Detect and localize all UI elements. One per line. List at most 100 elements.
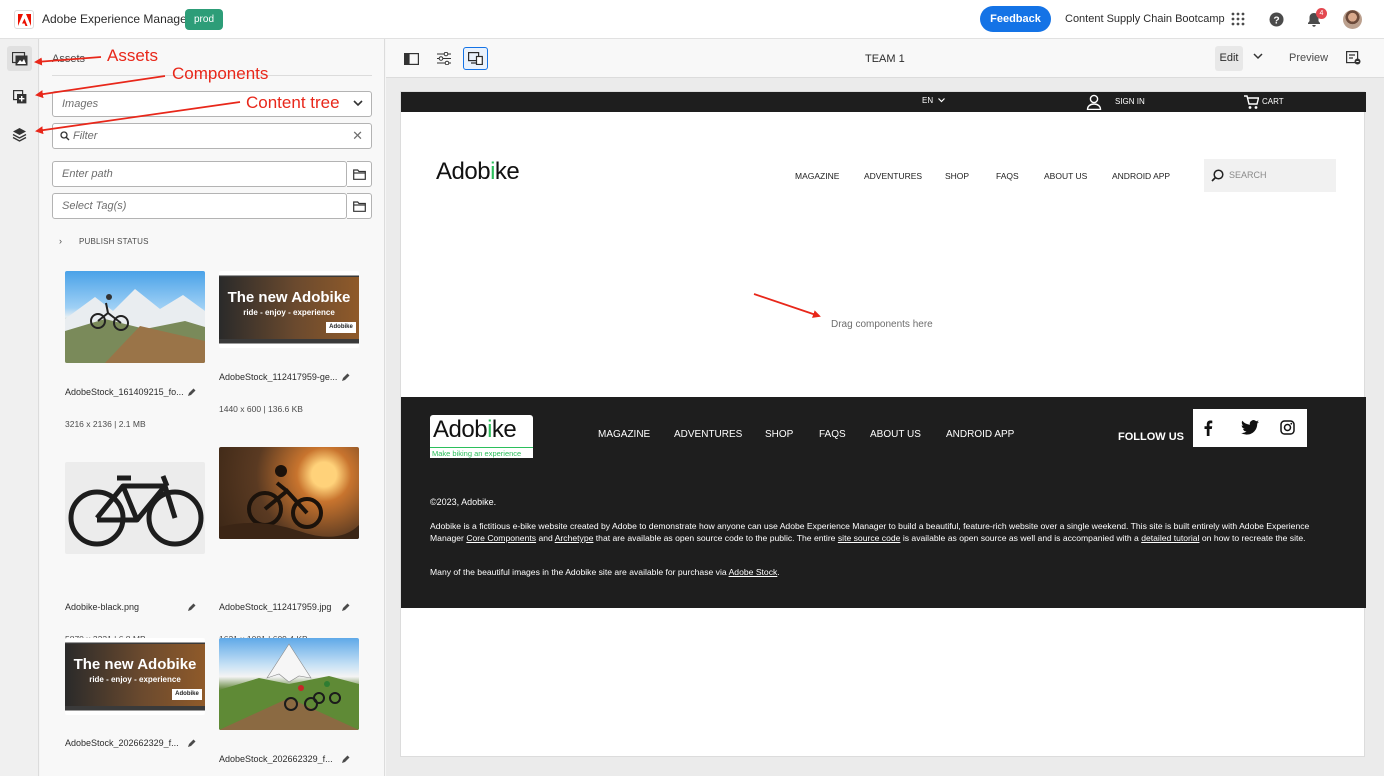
page-info-icon[interactable] <box>1346 51 1361 65</box>
browse-path-button[interactable] <box>347 161 372 187</box>
apps-grid-icon[interactable] <box>1230 11 1246 27</box>
chevron-right-icon: › <box>59 236 63 246</box>
app-title[interactable]: Adobe Experience Manager <box>42 12 191 26</box>
banner-image: The new Adobike ride - enjoy - experienc… <box>219 277 359 339</box>
asset-thumbnail[interactable]: The new Adobike ride - enjoy - experienc… <box>65 638 205 715</box>
footer-description-text: and <box>536 533 555 543</box>
banner-logo: Adobike <box>172 689 202 700</box>
banner-logo: Adobike <box>326 322 356 333</box>
top-bar: Adobe Experience Manager prod Feedback C… <box>0 0 1384 39</box>
footer-nav-adventures[interactable]: ADVENTURES <box>674 429 742 440</box>
footer-description-text: on how to recreate the site. <box>1199 533 1306 543</box>
search-icon <box>60 131 70 141</box>
tags-input[interactable]: Select Tag(s) <box>52 193 347 219</box>
chevron-down-icon <box>353 100 363 107</box>
site-nav-adventures[interactable]: ADVENTURES <box>864 171 922 181</box>
notification-count-badge: 4 <box>1316 8 1327 19</box>
footer-nav-shop[interactable]: SHOP <box>765 429 793 440</box>
footer-logo[interactable]: Adobike Make biking an experience <box>430 415 533 458</box>
twitter-icon[interactable] <box>1241 420 1259 435</box>
panel-heading: Assets <box>52 53 86 65</box>
footer-stock-period: . <box>777 567 780 577</box>
help-icon[interactable]: ? <box>1268 11 1284 27</box>
adobe-logo-icon[interactable] <box>14 10 34 29</box>
asset-thumbnail[interactable] <box>65 462 205 554</box>
footer-stock-sentence: Many of the beautiful images in the Adob… <box>430 567 729 577</box>
layers-icon <box>12 128 27 142</box>
site-search-input[interactable]: SEARCH <box>1204 159 1336 192</box>
sign-in-link[interactable]: SIGN IN <box>1115 97 1145 106</box>
page-preview: EN SIGN IN CART Adobike MAGAZINE ADVENTU… <box>400 91 1366 757</box>
language-value: EN <box>922 96 934 105</box>
site-nav-android-app[interactable]: ANDROID APP <box>1112 171 1170 181</box>
site-nav-shop[interactable]: SHOP <box>945 171 969 181</box>
site-logo-part: Adob <box>436 158 491 185</box>
cart-link[interactable]: CART <box>1262 97 1284 106</box>
page-properties-button[interactable] <box>431 47 456 70</box>
banner-title: The new Adobike <box>73 656 197 673</box>
components-rail-button[interactable] <box>7 84 32 109</box>
banner-subtitle: ride - enjoy - experience <box>243 308 335 317</box>
adobe-stock-link[interactable]: Adobe Stock <box>729 567 778 577</box>
asset-type-value: Images <box>62 98 99 110</box>
edit-icon[interactable] <box>341 755 350 764</box>
feedback-button[interactable]: Feedback <box>980 6 1051 32</box>
clear-icon[interactable]: ✕ <box>352 124 363 148</box>
asset-meta: 1440 x 600 | 136.6 KB <box>219 404 303 414</box>
edit-icon[interactable] <box>341 603 350 612</box>
detailed-tutorial-link[interactable]: detailed tutorial <box>1141 533 1199 543</box>
site-logo-part: ke <box>494 158 520 185</box>
site-nav-about-us[interactable]: ABOUT US <box>1044 171 1087 181</box>
publish-status-label: PUBLISH STATUS <box>79 237 149 246</box>
assets-rail-button[interactable] <box>7 46 32 71</box>
site-nav-magazine[interactable]: MAGAZINE <box>795 171 839 181</box>
core-components-link[interactable]: Core Components <box>466 533 536 543</box>
asset-thumbnail[interactable] <box>65 271 205 363</box>
edit-icon[interactable] <box>187 739 196 748</box>
components-icon <box>12 89 26 103</box>
edit-mode-button[interactable]: Edit <box>1215 46 1243 71</box>
content-tree-rail-button[interactable] <box>7 122 32 147</box>
program-name[interactable]: Content Supply Chain Bootcamp <box>1065 13 1225 25</box>
asset-thumbnail[interactable] <box>219 638 359 730</box>
footer-nav-android-app[interactable]: ANDROID APP <box>946 429 1014 440</box>
footer-nav-about-us[interactable]: ABOUT US <box>870 429 921 440</box>
path-input[interactable]: Enter path <box>52 161 347 187</box>
instagram-icon[interactable] <box>1280 420 1295 435</box>
user-icon[interactable] <box>1086 94 1102 110</box>
footer-logo-wordmark: Adobike <box>433 416 517 444</box>
preview-button[interactable]: Preview <box>1289 52 1328 64</box>
footer-nav-faqs[interactable]: FAQS <box>819 429 846 440</box>
footer-description-text: that are available as open source code t… <box>593 533 838 543</box>
asset-name: AdobeStock_112417959-ge... <box>219 372 337 382</box>
edit-icon[interactable] <box>187 603 196 612</box>
toggle-side-panel-button[interactable] <box>399 47 424 70</box>
side-panel-icon <box>404 52 419 65</box>
chevron-down-icon <box>938 98 946 103</box>
environment-badge: prod <box>185 9 224 30</box>
cart-icon[interactable] <box>1243 94 1259 110</box>
emulator-button[interactable] <box>463 47 488 70</box>
footer-nav-magazine[interactable]: MAGAZINE <box>598 429 650 440</box>
filter-input[interactable]: Filter ✕ <box>52 123 372 149</box>
facebook-icon[interactable] <box>1203 420 1213 436</box>
sliders-icon <box>436 52 451 65</box>
avatar[interactable] <box>1343 10 1362 29</box>
site-search-placeholder: SEARCH <box>1229 170 1267 180</box>
asset-thumbnail[interactable] <box>219 447 359 539</box>
asset-name: AdobeStock_202662329_f... <box>65 738 179 748</box>
language-selector[interactable]: EN <box>922 96 946 105</box>
archetype-link[interactable]: Archetype <box>555 533 594 543</box>
path-placeholder: Enter path <box>62 168 113 180</box>
asset-thumbnail[interactable]: The new Adobike ride - enjoy - experienc… <box>219 271 359 348</box>
tags-placeholder: Select Tag(s) <box>62 200 127 212</box>
edit-icon[interactable] <box>187 388 196 397</box>
site-nav-faqs[interactable]: FAQS <box>996 171 1019 181</box>
banner-title: The new Adobike <box>227 289 351 306</box>
browse-tags-button[interactable] <box>347 193 372 219</box>
chevron-down-icon[interactable] <box>1253 53 1263 60</box>
site-source-code-link[interactable]: site source code <box>838 533 901 543</box>
site-logo[interactable]: Adobike <box>436 158 520 186</box>
edit-icon[interactable] <box>341 373 350 382</box>
drop-zone[interactable]: Drag components here <box>831 319 933 330</box>
